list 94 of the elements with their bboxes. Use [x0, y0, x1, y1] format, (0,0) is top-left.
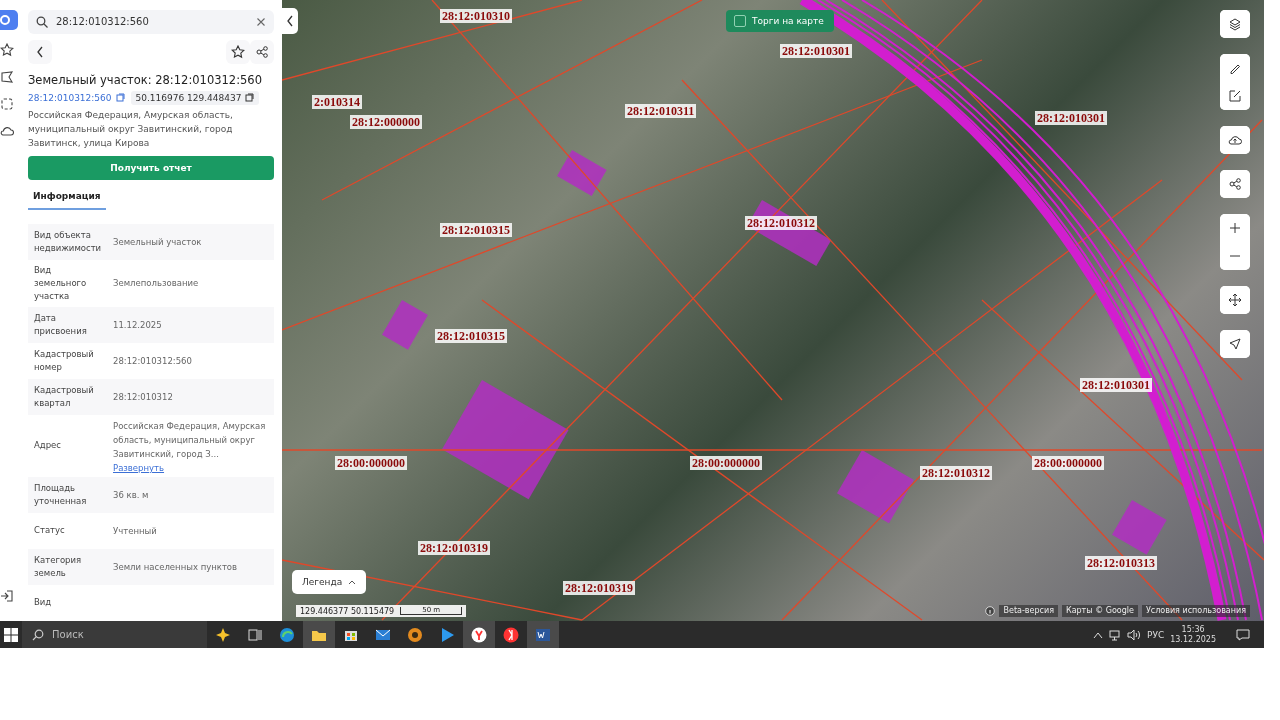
share-icon	[1229, 178, 1241, 190]
parcel-label: 28:12:010301	[1080, 378, 1152, 392]
copy-icon	[245, 93, 255, 103]
login-icon	[0, 589, 14, 603]
plus-icon	[1229, 222, 1241, 234]
parcel-label: 2:010314	[312, 95, 362, 109]
share-button[interactable]	[1220, 170, 1250, 198]
chevron-left-icon	[36, 45, 44, 58]
info-icon	[985, 606, 996, 616]
chevron-left-icon	[286, 15, 294, 27]
parcel-label: 28:12:010301	[780, 44, 852, 58]
search-icon	[32, 628, 44, 641]
layers-icon	[1228, 17, 1242, 31]
parcel-label: 28:00:000000	[335, 456, 407, 470]
info-label: Категория земель	[34, 554, 83, 580]
info-value: 11.12.2025	[113, 319, 162, 332]
info-label: Дата присвоения	[34, 312, 88, 338]
info-label: Адрес	[34, 439, 62, 453]
windows-icon	[4, 627, 18, 642]
cloud-icon	[0, 124, 14, 138]
info-value: 28:12:010312	[113, 391, 173, 404]
locate-button[interactable]	[1220, 330, 1250, 358]
speaker-icon	[1127, 628, 1141, 641]
language-indicator[interactable]: РУС	[1147, 629, 1165, 640]
parcel-label: 28:12:010311	[625, 104, 697, 118]
coordinates-chip[interactable]: 50.116976 129.448437	[130, 90, 260, 105]
edit-icon	[1228, 89, 1242, 103]
expand-link[interactable]: Развернуть	[113, 463, 268, 473]
info-label: Вид объекта недвижимости	[34, 229, 100, 255]
favorite-button[interactable]	[226, 39, 250, 64]
share-icon	[256, 45, 268, 58]
network-icon	[1109, 628, 1121, 641]
info-value: 36 кв. м	[113, 489, 149, 502]
folder-button[interactable]	[303, 621, 335, 648]
chevron-up-icon	[1093, 630, 1103, 639]
parcel-label: 28:12:010319	[418, 541, 490, 555]
selection-icon	[0, 97, 14, 111]
star-icon	[0, 43, 14, 57]
cloud-upload-icon	[1228, 133, 1242, 147]
info-label: Площадь уточненная	[34, 482, 88, 508]
info-label: Вид	[34, 596, 53, 610]
parcel-label: 28:12:010312	[745, 216, 817, 230]
taskbar-clock[interactable]: 15:36 13.12.2025	[1170, 624, 1216, 645]
legend-button[interactable]: Легенда	[292, 570, 367, 594]
parcel-label: 28:12:010313	[1085, 556, 1157, 570]
navigation-arrow-icon	[1229, 338, 1241, 350]
beta-label: Beta-версия	[999, 605, 1058, 617]
parcel-label: 28:12:010312	[920, 466, 992, 480]
close-icon	[256, 16, 266, 27]
auction-toggle[interactable]: Торги на карте	[726, 10, 834, 32]
share-button[interactable]	[250, 39, 274, 64]
info-label: Кадастровый квартал	[34, 384, 95, 410]
browser-icon	[470, 625, 488, 644]
document-button[interactable]	[527, 621, 559, 648]
info-label: Кадастровый номер	[34, 348, 95, 374]
checkbox[interactable]	[734, 15, 746, 27]
parcel-label: 28:12:010315	[435, 329, 507, 343]
info-value: 28:12:010312:560	[113, 355, 192, 368]
parcel-label: 28:12:010315	[440, 223, 512, 237]
info-value: Земли населенных пунктов	[113, 561, 238, 574]
parcel-label: 28:12:010310	[440, 9, 512, 23]
copy-icon	[115, 93, 125, 103]
info-label: Статус	[34, 524, 66, 538]
parcel-label: 28:12:010319	[563, 581, 635, 595]
taskbar-search-field[interactable]: Поиск	[22, 621, 207, 648]
notification-icon	[1236, 628, 1250, 641]
caret-up-icon	[348, 579, 357, 585]
star-icon	[231, 44, 245, 59]
browser-button[interactable]	[463, 621, 495, 648]
cadastral-number-link[interactable]: 28:12:010312:560	[28, 92, 125, 103]
info-value: Российская Федерация, Амурская область, муниципальный округ Завитинский, город З...	[113, 420, 267, 461]
parcel-label: 28:12:000000	[350, 115, 422, 129]
cursor-coordinates: 129.446377 50.115479	[300, 606, 395, 616]
map-attribution: Карты © Google	[1061, 605, 1138, 617]
search-field[interactable]: 28:12:010312:560	[28, 10, 274, 34]
object-address: Российская Федерация, Амурская область, муниципальный округ Завитинский, город Завитинск, улица Кирова	[28, 108, 234, 150]
terms-link[interactable]: Условия использования	[1141, 605, 1250, 617]
info-label: Вид земельного участка	[34, 264, 88, 303]
back-button[interactable]	[28, 39, 52, 64]
layers-button[interactable]	[1220, 10, 1250, 38]
search-icon	[36, 15, 48, 28]
info-tab[interactable]: Информация	[28, 191, 106, 210]
info-value: Учтенный	[113, 525, 157, 538]
info-value: Земельный участок	[113, 236, 202, 249]
parcel-label: 28:12:010301	[1035, 111, 1107, 125]
parcel-label: 28:00:000000	[1032, 456, 1104, 470]
parcel-label: 28:00:000000	[690, 456, 762, 470]
info-value: Землепользование	[113, 277, 199, 291]
object-title: Земельный участок: 28:12:010312:560	[28, 72, 263, 87]
upload-button[interactable]	[1220, 126, 1250, 154]
get-report-button[interactable]: Получить отчет	[28, 155, 274, 180]
collapse-panel-button[interactable]	[282, 8, 298, 34]
pan-button[interactable]	[1220, 286, 1250, 314]
move-icon	[1228, 293, 1242, 307]
